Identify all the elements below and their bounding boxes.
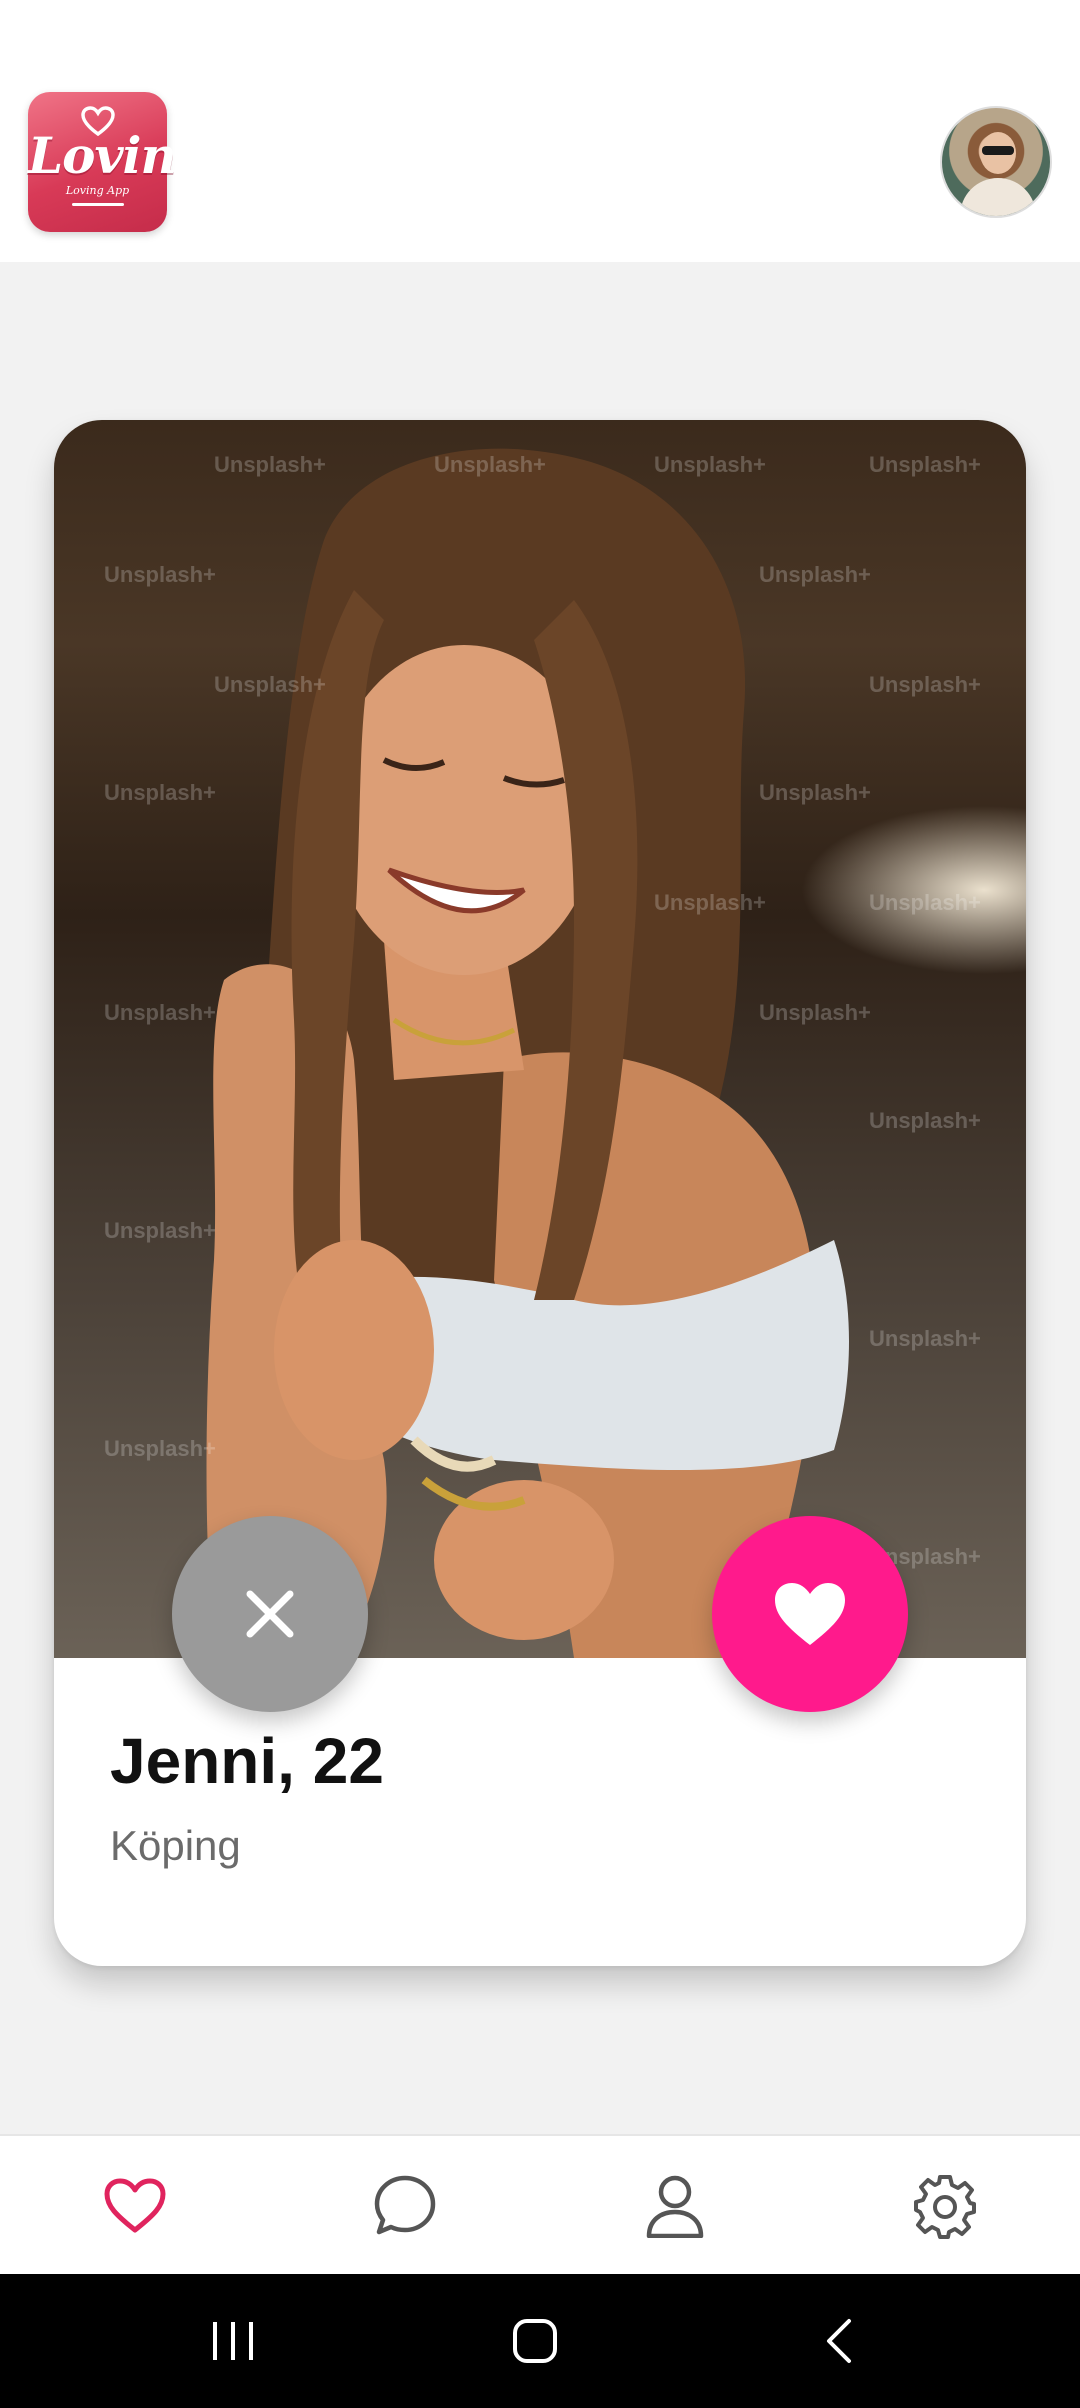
logo-underline: [72, 203, 124, 206]
like-button[interactable]: [712, 1516, 908, 1712]
nav-chat[interactable]: [365, 2166, 445, 2246]
recent-apps-icon: [213, 2322, 253, 2360]
watermark: Unsplash+: [654, 452, 766, 477]
profile-name-age: Jenni, 22: [110, 1725, 384, 1797]
user-avatar[interactable]: [940, 106, 1052, 218]
heart-filled-icon: [775, 1583, 845, 1645]
profile-photo: Unsplash+ Unsplash+ Unsplash+ Unsplash+ …: [54, 420, 1026, 1658]
watermark: Unsplash+: [214, 452, 326, 477]
logo-tagline: Loving App: [65, 184, 130, 197]
back-icon: [827, 2319, 851, 2363]
profile-location: Köping: [110, 1822, 241, 1869]
app-header: Lovin Loving App: [0, 0, 1080, 262]
person-icon: [646, 2175, 704, 2238]
recent-apps-button[interactable]: [198, 2306, 268, 2376]
watermark: Unsplash+: [104, 562, 216, 587]
nav-matches[interactable]: [95, 2166, 175, 2246]
back-button[interactable]: [803, 2306, 873, 2376]
system-nav-bar: [0, 2274, 1080, 2408]
watermark: Unsplash+: [869, 1108, 981, 1133]
watermark: Unsplash+: [869, 452, 981, 477]
chat-bubble-icon: [374, 2175, 436, 2235]
watermark: Unsplash+: [759, 1000, 871, 1025]
watermark: Unsplash+: [869, 672, 981, 697]
home-icon: [513, 2319, 557, 2363]
bottom-nav: [0, 2134, 1080, 2274]
profile-photo-illustration: [206, 448, 849, 1658]
close-icon: [246, 1590, 294, 1638]
pass-button[interactable]: [172, 1516, 368, 1712]
gear-icon: [914, 2175, 976, 2239]
app-logo: Lovin Loving App: [28, 92, 177, 232]
home-button[interactable]: [500, 2306, 570, 2376]
watermark: Unsplash+: [104, 1436, 216, 1461]
watermark: Unsplash+: [214, 672, 326, 697]
watermark: Unsplash+: [434, 452, 546, 477]
watermark: Unsplash+: [104, 1000, 216, 1025]
watermark: Unsplash+: [654, 890, 766, 915]
screen: Lovin Loving App Unsplash+ Unsplash+ Uns…: [0, 0, 1080, 2408]
avatar-sunglasses: [982, 146, 1014, 155]
watermark: Unsplash+: [759, 780, 871, 805]
watermark: Unsplash+: [869, 1326, 981, 1351]
logo-wordmark: Lovin: [28, 126, 177, 185]
heart-outline-icon: [104, 2178, 166, 2233]
watermark: Unsplash+: [869, 890, 981, 915]
avatar-body: [960, 178, 1036, 216]
watermark: Unsplash+: [104, 780, 216, 805]
nav-settings[interactable]: [905, 2166, 985, 2246]
profile-card[interactable]: Unsplash+ Unsplash+ Unsplash+ Unsplash+ …: [54, 420, 1026, 1966]
nav-profile[interactable]: [635, 2166, 715, 2246]
watermark: Unsplash+: [759, 562, 871, 587]
watermark: Unsplash+: [104, 1218, 216, 1243]
